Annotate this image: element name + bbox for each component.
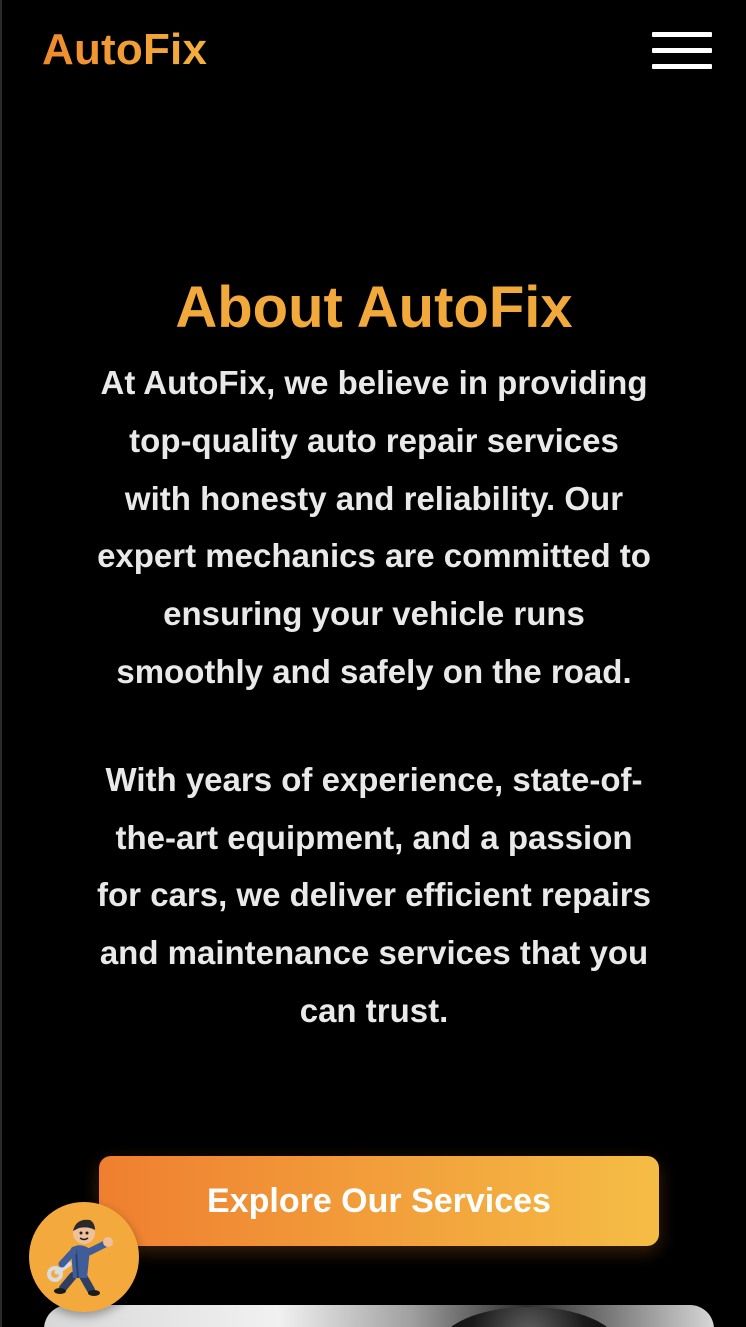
about-section: About AutoFix At AutoFix, we believe in … — [2, 272, 746, 1040]
hamburger-menu-icon[interactable] — [652, 32, 712, 72]
about-title: About AutoFix — [175, 275, 573, 340]
about-text: At AutoFix, we believe in providing top-… — [94, 354, 654, 1040]
menu-bar — [652, 48, 712, 53]
services-preview-card — [44, 1305, 714, 1327]
site-logo[interactable]: AutoFix — [42, 24, 207, 76]
mechanic-mascot-icon — [47, 1219, 113, 1296]
explore-services-button[interactable]: Explore Our Services — [99, 1156, 659, 1246]
menu-bar — [652, 32, 712, 37]
menu-bar — [652, 64, 712, 69]
about-paragraph-2: With years of experience, state-of-the-a… — [97, 760, 651, 1029]
about-paragraph-1: At AutoFix, we believe in providing top-… — [97, 364, 651, 690]
site-header: AutoFix — [2, 0, 746, 104]
chat-avatar-button[interactable] — [29, 1202, 139, 1312]
page: AutoFix About AutoFix At AutoFix, we bel… — [0, 0, 746, 1327]
car-wheel-image — [439, 1307, 619, 1327]
